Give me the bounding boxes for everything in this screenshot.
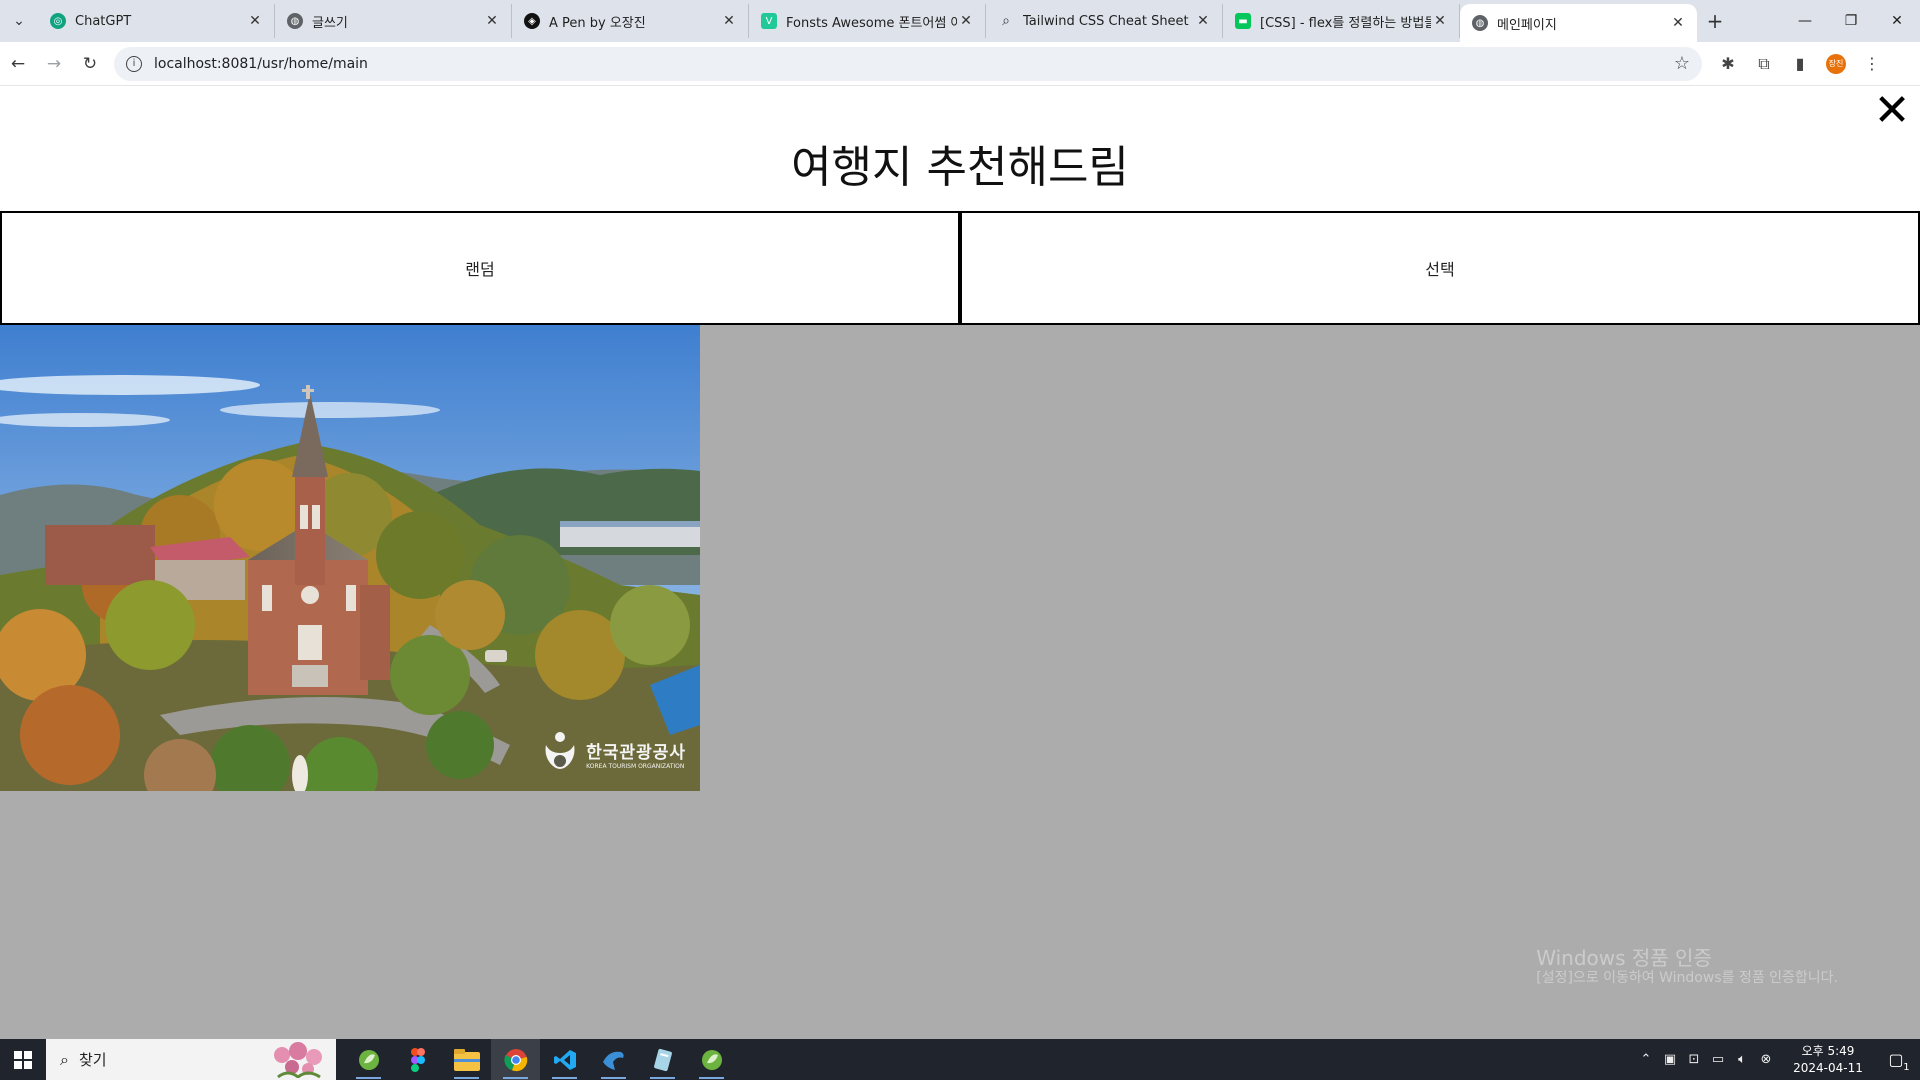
tab-css-flex[interactable]: ▬ [CSS] - flex를 정렬하는 방법들 ✕	[1223, 4, 1460, 38]
clock-time: 오후 5:49	[1801, 1044, 1855, 1059]
chevron-up-icon[interactable]: ⌃	[1634, 1052, 1658, 1067]
tab-close-icon[interactable]: ✕	[957, 13, 975, 29]
spring-boot-icon[interactable]	[687, 1039, 736, 1080]
new-tab-plus-icon[interactable]: +	[1697, 4, 1733, 38]
globe-icon: ◍	[1472, 15, 1488, 31]
codepen-icon: ◈	[524, 13, 540, 29]
windows-taskbar: ⌕ 찾기 ⌃ ▣ ⊡ ▭ 🔈︎ ⊗ 오후 5:49 2024-04-11 ▢ 1	[0, 1039, 1920, 1080]
tab-chatgpt[interactable]: ◎ ChatGPT ✕	[38, 4, 275, 38]
window-controls: — ❐ ✕	[1782, 0, 1920, 42]
tab-title: Fonsts Awesome 폰트어썸 아이	[786, 15, 957, 31]
bookmark-star-icon[interactable]: ☆	[1674, 53, 1690, 74]
figma-icon[interactable]	[393, 1039, 442, 1080]
dbeaver-icon[interactable]	[589, 1039, 638, 1080]
taskbar-search-box[interactable]: ⌕ 찾기	[46, 1039, 336, 1080]
windows-activation-watermark: Windows 정품 인증 [설정]으로 이동하여 Windows를 정품 인증…	[1536, 946, 1838, 987]
volume-icon[interactable]: 🔈︎	[1730, 1052, 1754, 1067]
network-icon[interactable]: ▭	[1706, 1052, 1730, 1067]
watermark-line2: [설정]으로 이동하여 Windows를 정품 인증합니다.	[1536, 970, 1838, 987]
result-area: 한국관광공사 KOREA TOURISM ORGANIZATION Window…	[0, 325, 1920, 1039]
taskbar-search-placeholder: 찾기	[78, 1051, 107, 1069]
extension-bug-icon[interactable]: ✱	[1710, 54, 1746, 73]
status-x-icon[interactable]: ⊗	[1754, 1052, 1778, 1067]
tab-close-icon[interactable]: ✕	[1431, 13, 1449, 29]
tab-close-icon[interactable]: ✕	[1669, 15, 1687, 31]
velog-icon: V	[761, 13, 777, 29]
mode-selector: 랜덤 선택	[0, 211, 1920, 325]
tab-title: A Pen by 오장진	[549, 15, 646, 31]
notification-count: 1	[1903, 1062, 1910, 1073]
clock-date: 2024-04-11	[1793, 1060, 1863, 1075]
chat-icon: ▬	[1235, 13, 1251, 29]
search-icon: ⌕	[1002, 13, 1010, 29]
tab-main-page[interactable]: ◍ 메인페이지 ✕	[1460, 4, 1697, 42]
notepad-icon[interactable]	[638, 1039, 687, 1080]
tab-title: ChatGPT	[75, 13, 132, 29]
extensions-puzzle-icon[interactable]: ⧉	[1746, 54, 1782, 74]
security-icon[interactable]: ⊡	[1682, 1052, 1706, 1067]
vscode-icon[interactable]	[540, 1039, 589, 1080]
globe-icon: ◍	[287, 13, 303, 29]
select-button[interactable]: 선택	[960, 211, 1920, 325]
tab-writing[interactable]: ◍ 글쓰기 ✕	[275, 4, 512, 38]
tourism-logo: 한국관광공사 KOREA TOURISM ORGANIZATION	[540, 731, 686, 777]
forward-arrow-icon[interactable]: →	[36, 46, 72, 82]
tab-title: [CSS] - flex를 정렬하는 방법들	[1260, 15, 1431, 31]
page-title: 여행지 추천해드림	[791, 142, 1129, 193]
tab-close-icon[interactable]: ✕	[246, 13, 264, 29]
tourism-logo-icon	[540, 731, 580, 777]
side-panel-icon[interactable]: ▮	[1782, 54, 1818, 73]
file-explorer-icon[interactable]	[442, 1039, 491, 1080]
destination-photo: 한국관광공사 KOREA TOURISM ORGANIZATION	[0, 325, 700, 791]
reload-icon[interactable]: ↻	[72, 46, 108, 82]
address-toolbar: ← → ↻ i localhost:8081/usr/home/main ☆ ✱…	[0, 42, 1920, 86]
watermark-line1: Windows 정품 인증	[1536, 946, 1712, 971]
close-icon[interactable]: ✕	[1870, 89, 1914, 133]
url-bar[interactable]: i localhost:8081/usr/home/main ☆	[114, 46, 1702, 81]
back-arrow-icon[interactable]: ←	[0, 46, 36, 82]
tab-title: Tailwind CSS Cheat Sheet	[1023, 13, 1189, 29]
tab-close-icon[interactable]: ✕	[1194, 13, 1212, 29]
tab-close-icon[interactable]: ✕	[720, 13, 738, 29]
tab-font-awesome[interactable]: V Fonsts Awesome 폰트어썸 아이 ✕	[749, 4, 986, 38]
device-icon[interactable]: ▣	[1658, 1052, 1682, 1067]
tab-codepen[interactable]: ◈ A Pen by 오장진 ✕	[512, 4, 749, 38]
site-info-icon[interactable]: i	[126, 55, 142, 72]
browser-tab-strip: ⌄ ◎ ChatGPT ✕ ◍ 글쓰기 ✕ ◈ A Pen by 오장진 ✕ V…	[0, 0, 1920, 42]
tab-tailwind[interactable]: ⌕ Tailwind CSS Cheat Sheet ✕	[986, 4, 1223, 38]
clock[interactable]: 오후 5:49 2024-04-11	[1784, 1043, 1872, 1075]
system-tray: ⌃ ▣ ⊡ ▭ 🔈︎ ⊗ 오후 5:49 2024-04-11 ▢ 1	[1634, 1039, 1920, 1080]
windows-start-icon[interactable]	[0, 1039, 46, 1080]
minimize-icon[interactable]: —	[1782, 0, 1828, 42]
menu-kebab-icon[interactable]: ⋮	[1854, 54, 1890, 73]
random-button[interactable]: 랜덤	[0, 211, 960, 325]
search-icon: ⌕	[60, 1049, 69, 1069]
profile-avatar[interactable]: 장진	[1826, 53, 1846, 74]
flowers-icon	[274, 1042, 322, 1078]
tourism-logo-subtext: KOREA TOURISM ORGANIZATION	[586, 763, 685, 770]
chrome-icon[interactable]	[491, 1039, 540, 1080]
tab-title: 글쓰기	[312, 15, 348, 31]
chatgpt-icon: ◎	[50, 13, 66, 29]
notification-icon[interactable]: ▢ 1	[1872, 1050, 1920, 1073]
restore-icon[interactable]: ❐	[1828, 0, 1874, 42]
close-window-icon[interactable]: ✕	[1874, 0, 1920, 42]
tab-search-chevron-icon[interactable]: ⌄	[0, 0, 38, 42]
url-text[interactable]: localhost:8081/usr/home/main	[154, 56, 1674, 72]
page-content: ✕ 여행지 추천해드림 랜덤 선택 한국관광공사 KOREA TOURISM O…	[0, 87, 1920, 1039]
tab-close-icon[interactable]: ✕	[483, 13, 501, 29]
spring-tool-icon[interactable]	[344, 1039, 393, 1080]
tourism-logo-text: 한국관광공사	[586, 743, 686, 763]
tab-title: 메인페이지	[1497, 17, 1557, 33]
